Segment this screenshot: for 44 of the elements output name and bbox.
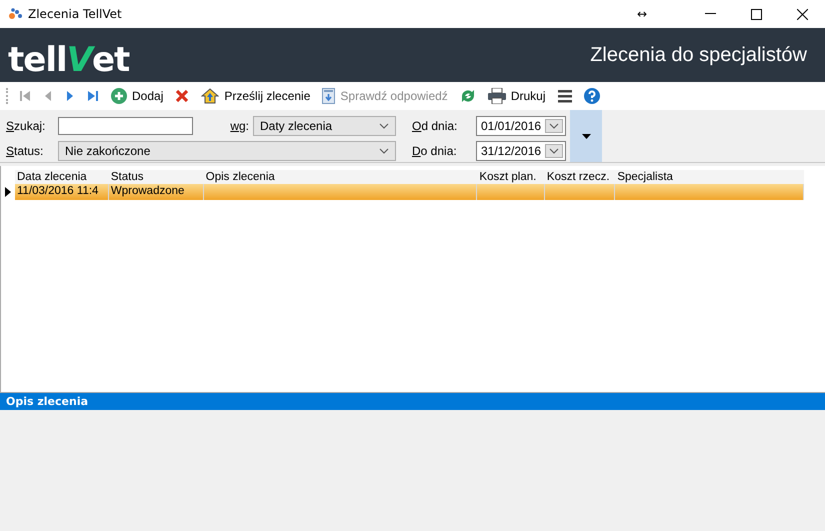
chevron-down-icon <box>379 148 389 154</box>
status-dropdown[interactable]: Nie zakończone <box>58 141 396 161</box>
resize-glyph: ↔ <box>636 7 647 21</box>
maximize-icon[interactable] <box>750 8 762 20</box>
from-date-label: Od dnia: <box>412 119 458 133</box>
column-header[interactable]: Koszt plan. <box>477 170 545 184</box>
column-header[interactable]: Status <box>108 170 204 184</box>
chevron-down-icon <box>549 123 559 129</box>
refresh-icon[interactable] <box>460 89 476 103</box>
caret-down-icon <box>582 134 590 138</box>
to-date-field[interactable]: 31/12/2016 <box>476 141 566 161</box>
plus-icon <box>111 88 127 104</box>
column-header[interactable]: Opis zlecenia <box>204 170 478 184</box>
toolbar-button[interactable]: Prześlij zlecenie <box>198 86 314 106</box>
sort-by-dropdown[interactable]: Daty zlecenia <box>253 116 396 136</box>
minimize-icon[interactable] <box>704 13 716 15</box>
chevron-down-icon <box>379 123 389 129</box>
column-header[interactable]: Specjalista <box>615 170 804 184</box>
to-date-label: Do dnia: <box>412 144 458 158</box>
close-icon[interactable] <box>796 8 808 20</box>
page-title: Zlecenia do specjalistów <box>590 44 807 66</box>
document-icon <box>322 88 336 104</box>
house-arrow-icon <box>201 88 220 104</box>
delete-icon[interactable] <box>175 89 190 103</box>
toolbar-button[interactable]: Drukuj <box>484 86 548 106</box>
chevron-down-icon <box>549 148 559 154</box>
column-header[interactable]: Koszt rzecz. <box>544 170 616 184</box>
paw-icon <box>8 8 22 20</box>
row-pointer-icon <box>5 187 11 197</box>
column-header[interactable]: Data zlecenia <box>15 170 109 184</box>
next-record-icon[interactable] <box>65 89 75 103</box>
search-label: Szukaj: <box>6 119 46 133</box>
printer-icon <box>488 88 506 104</box>
help-icon[interactable] <box>584 88 600 104</box>
menu-icon[interactable] <box>558 89 572 103</box>
from-date-field[interactable]: 01/01/2016 <box>476 116 566 136</box>
logo: tellVet <box>8 40 130 80</box>
toolbar-button[interactable]: Dodaj <box>108 86 166 106</box>
status-label: Status: <box>6 144 44 158</box>
window-title: Zlecenia TellVet <box>28 7 122 21</box>
sort-by-label: wg: <box>229 119 250 133</box>
search-field[interactable] <box>58 117 193 135</box>
details-header: Opis zlecenia <box>0 393 825 410</box>
last-record-icon[interactable] <box>87 89 99 103</box>
